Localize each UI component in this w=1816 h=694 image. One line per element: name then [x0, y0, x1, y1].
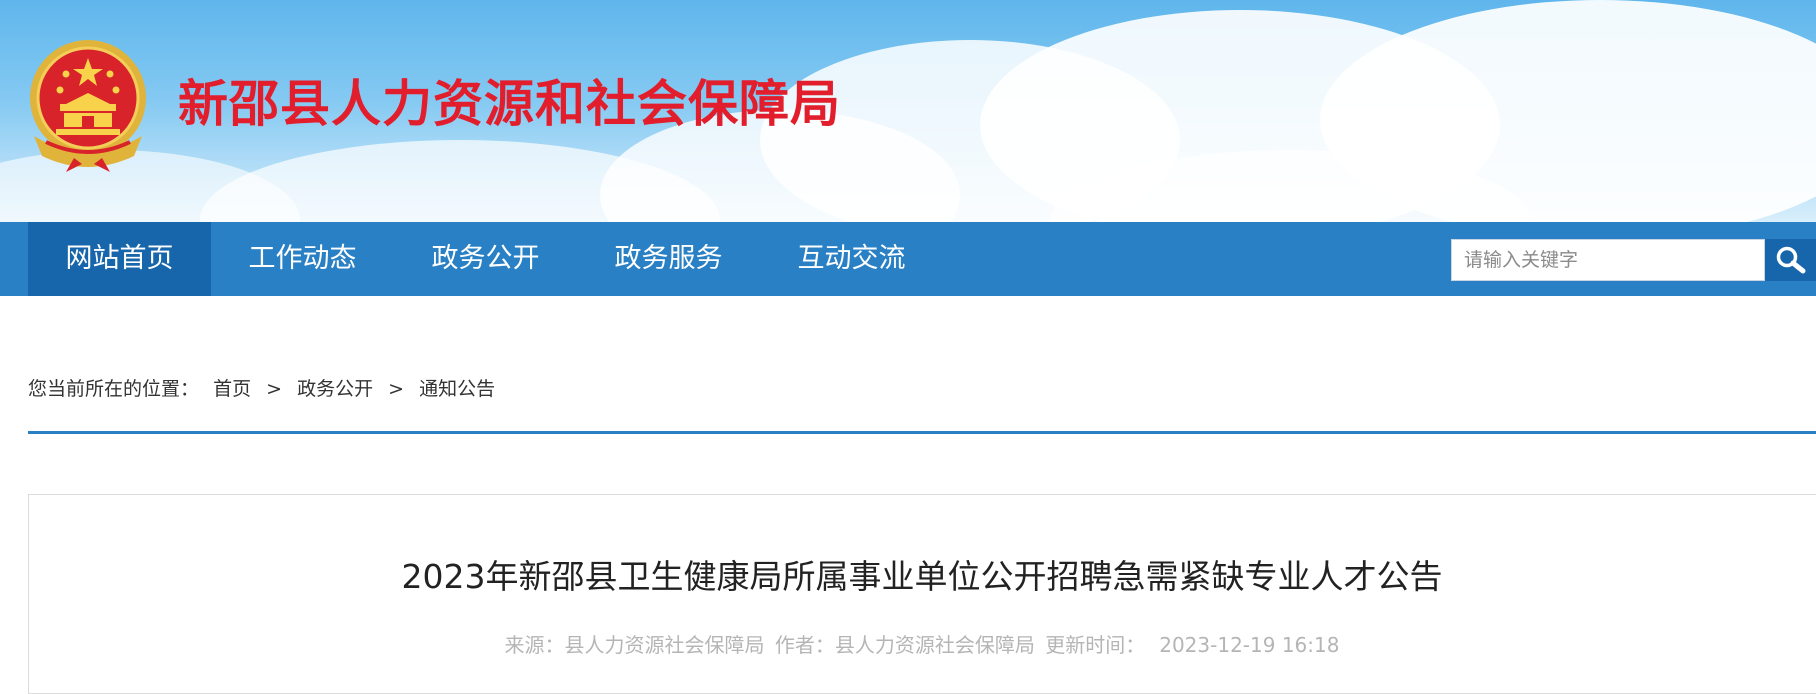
- national-emblem-icon: [30, 40, 146, 172]
- breadcrumb-link-notices[interactable]: 通知公告: [419, 378, 495, 400]
- header-banner: 新邵县人力资源和社会保障局: [0, 0, 1816, 222]
- breadcrumb: 您当前所在的位置： 首页 > 政务公开 > 通知公告: [28, 374, 495, 404]
- source-value: 县人力资源社会保障局: [564, 633, 765, 657]
- updated-value: 2023-12-19 16:18: [1159, 633, 1340, 657]
- search-button[interactable]: [1765, 239, 1816, 281]
- article-title: 2023年新邵县卫生健康局所属事业单位公开招聘急需紧缺专业人才公告: [401, 557, 1443, 596]
- nav-item-home[interactable]: 网站首页: [28, 222, 211, 296]
- breadcrumb-separator: >: [388, 378, 405, 400]
- author-label: 作者：: [774, 633, 835, 657]
- source-label: 来源：: [504, 633, 565, 657]
- nav-item-work-news[interactable]: 工作动态: [211, 222, 394, 296]
- nav-item-gov-services[interactable]: 政务服务: [577, 222, 760, 296]
- site-title: 新邵县人力资源和社会保障局: [178, 75, 841, 133]
- search-input[interactable]: [1451, 239, 1765, 281]
- breadcrumb-link-home[interactable]: 首页: [213, 378, 251, 400]
- author-value: 县人力资源社会保障局: [834, 633, 1035, 657]
- breadcrumb-divider: [28, 431, 1816, 434]
- nav-item-gov-affairs-open[interactable]: 政务公开: [394, 222, 577, 296]
- breadcrumb-link-gov-affairs-open[interactable]: 政务公开: [297, 378, 373, 400]
- breadcrumb-prefix: 您当前所在的位置：: [28, 378, 200, 400]
- breadcrumb-separator: >: [266, 378, 283, 400]
- updated-label: 更新时间：: [1045, 633, 1146, 657]
- search-icon: [1776, 246, 1806, 274]
- nav-item-interaction[interactable]: 互动交流: [760, 222, 943, 296]
- article-meta: 来源：县人力资源社会保障局 作者：县人力资源社会保障局 更新时间： 2023-12…: [28, 630, 1816, 660]
